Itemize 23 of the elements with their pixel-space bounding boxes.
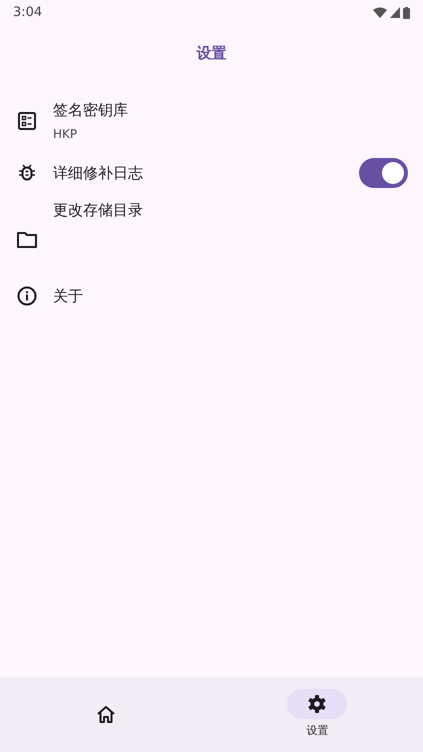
battery-icon [403, 6, 410, 18]
item-title: 更改存储目录 [53, 200, 144, 221]
folder-icon [17, 232, 37, 248]
info-icon [17, 286, 37, 306]
settings-icon [307, 694, 328, 714]
toggle-switch[interactable] [359, 158, 408, 188]
bug-icon [18, 164, 36, 182]
item-title: 签名密钥库 [53, 100, 129, 122]
home-icon [96, 706, 115, 723]
wifi-icon [373, 7, 387, 18]
settings-item[interactable]: 签名密钥库 HKP [0, 93, 423, 149]
settings-item[interactable]: 详细修补日志 [0, 149, 423, 197]
settings-item[interactable]: 更改存储目录 [0, 197, 423, 272]
settings-item[interactable]: 关于 [0, 272, 423, 320]
list-card-icon [18, 112, 36, 130]
status-time: 3:04 [13, 4, 42, 22]
signal-icon [390, 7, 400, 18]
nav-tab[interactable] [287, 689, 348, 720]
item-subtitle: HKP [53, 126, 78, 143]
page-title: 设置 [196, 42, 226, 64]
nav-label: 设置 [306, 723, 328, 740]
item-title: 详细修补日志 [53, 162, 144, 184]
item-title: 关于 [53, 286, 84, 307]
